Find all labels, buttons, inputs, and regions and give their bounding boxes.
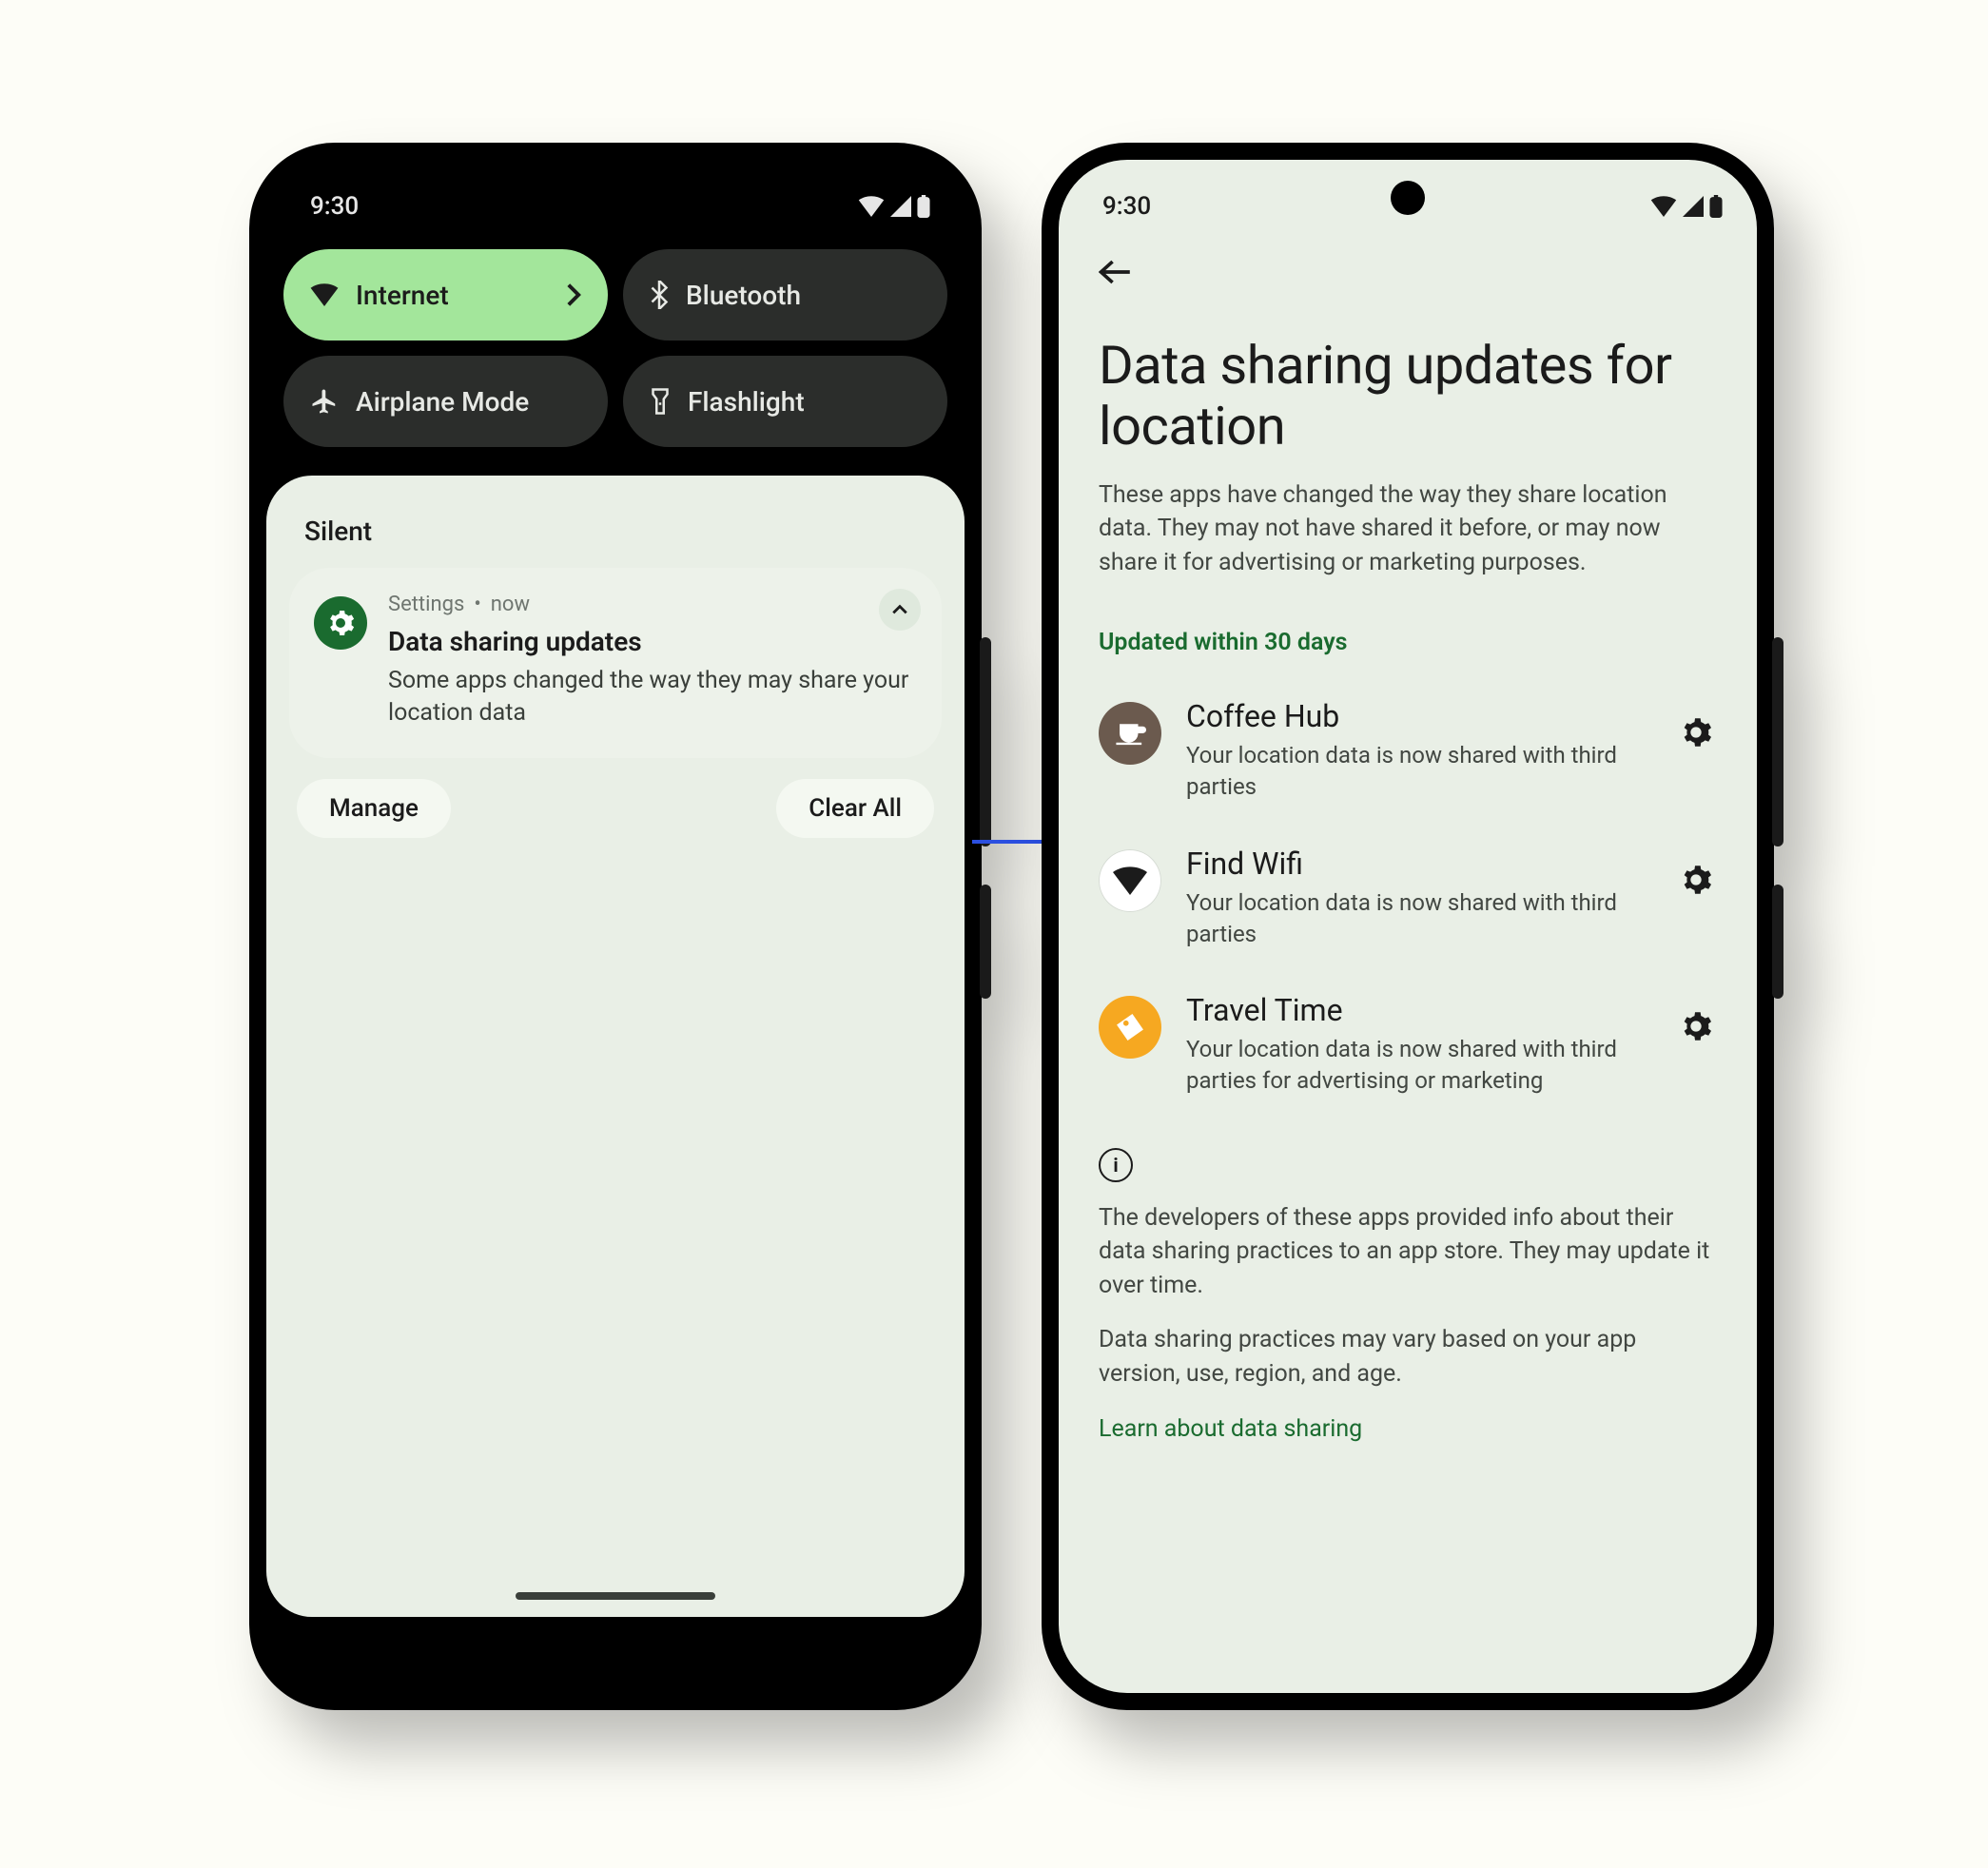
app-settings-button[interactable] bbox=[1675, 1005, 1717, 1047]
phone-detail-page: 9:30 Data sharing updates for location T… bbox=[1042, 143, 1774, 1710]
coffee-app-icon bbox=[1099, 702, 1161, 765]
collapse-notification-button[interactable] bbox=[879, 589, 921, 631]
gear-icon bbox=[326, 609, 355, 637]
info-text-2: Data sharing practices may vary based on… bbox=[1099, 1323, 1717, 1391]
flashlight-icon bbox=[650, 387, 671, 416]
section-silent: Silent bbox=[289, 508, 942, 568]
wifi-icon bbox=[1112, 866, 1148, 895]
tag-icon bbox=[1114, 1011, 1146, 1043]
phone-notification-shade: 9:30 Internet Bluetooth bbox=[249, 143, 982, 1710]
qs-tile-airplane[interactable]: Airplane Mode bbox=[283, 356, 608, 447]
wifi-app-icon bbox=[1099, 849, 1161, 912]
status-time: 9:30 bbox=[310, 192, 359, 221]
chevron-up-icon bbox=[891, 604, 908, 615]
qs-tile-label: Internet bbox=[356, 280, 449, 311]
wifi-icon bbox=[310, 283, 339, 306]
battery-icon bbox=[1709, 195, 1723, 218]
gear-icon bbox=[1680, 716, 1712, 749]
app-settings-button[interactable] bbox=[1675, 859, 1717, 901]
signal-icon bbox=[1683, 196, 1704, 217]
qs-tile-label: Airplane Mode bbox=[356, 386, 529, 418]
wifi-icon bbox=[1650, 196, 1677, 217]
qs-tile-flashlight[interactable]: Flashlight bbox=[623, 356, 947, 447]
notification-app-name: Settings bbox=[388, 593, 464, 616]
notification-title: Data sharing updates bbox=[388, 626, 917, 657]
wifi-icon bbox=[858, 196, 885, 217]
app-description: Your location data is now shared with th… bbox=[1186, 1034, 1650, 1097]
qs-tile-bluetooth[interactable]: Bluetooth bbox=[623, 249, 947, 341]
status-time: 9:30 bbox=[1102, 192, 1151, 221]
app-row-find-wifi[interactable]: Find Wifi Your location data is now shar… bbox=[1099, 846, 1717, 950]
notification-shade-panel: Silent Settings • now Data sharing updat… bbox=[266, 476, 965, 1617]
back-button[interactable] bbox=[1099, 259, 1137, 289]
page-description: These apps have changed the way they sha… bbox=[1099, 478, 1717, 580]
home-handle[interactable] bbox=[516, 1592, 715, 1600]
notification-time: now bbox=[491, 593, 530, 616]
app-description: Your location data is now shared with th… bbox=[1186, 740, 1650, 803]
chevron-right-icon bbox=[566, 282, 581, 307]
coffee-cup-icon bbox=[1114, 720, 1146, 747]
notification-body: Some apps changed the way they may share… bbox=[388, 665, 917, 730]
airplane-icon bbox=[310, 387, 339, 416]
power-button bbox=[1772, 885, 1783, 999]
app-name: Find Wifi bbox=[1186, 846, 1650, 882]
info-text-1: The developers of these apps provided in… bbox=[1099, 1201, 1717, 1303]
qs-tile-label: Bluetooth bbox=[686, 280, 801, 311]
notification-card[interactable]: Settings • now Data sharing updates Some… bbox=[289, 568, 942, 758]
app-row-travel-time[interactable]: Travel Time Your location data is now sh… bbox=[1099, 992, 1717, 1097]
gear-icon bbox=[1680, 1010, 1712, 1042]
app-row-coffee-hub[interactable]: Coffee Hub Your location data is now sha… bbox=[1099, 698, 1717, 803]
info-block: i The developers of these apps provided … bbox=[1099, 1148, 1717, 1444]
app-name: Travel Time bbox=[1186, 992, 1650, 1028]
status-bar: 9:30 bbox=[266, 160, 965, 228]
page-title: Data sharing updates for location bbox=[1099, 335, 1717, 457]
travel-app-icon bbox=[1099, 996, 1161, 1059]
arrow-left-icon bbox=[1099, 259, 1131, 285]
power-button bbox=[980, 885, 991, 999]
app-name: Coffee Hub bbox=[1186, 698, 1650, 734]
battery-icon bbox=[917, 195, 930, 218]
volume-button bbox=[980, 637, 991, 846]
settings-app-icon bbox=[314, 596, 367, 650]
signal-icon bbox=[890, 196, 911, 217]
app-description: Your location data is now shared with th… bbox=[1186, 887, 1650, 950]
info-icon: i bbox=[1099, 1148, 1133, 1182]
manage-notifications-button[interactable]: Manage bbox=[297, 779, 451, 838]
status-icons bbox=[1650, 195, 1723, 218]
bluetooth-icon bbox=[650, 281, 669, 309]
learn-more-link[interactable]: Learn about data sharing bbox=[1099, 1415, 1717, 1443]
gear-icon bbox=[1680, 864, 1712, 896]
qs-tile-label: Flashlight bbox=[688, 386, 805, 418]
status-icons bbox=[858, 195, 930, 218]
quick-settings-grid: Internet Bluetooth Airplane Mode Flashli… bbox=[266, 228, 965, 476]
app-settings-button[interactable] bbox=[1675, 711, 1717, 753]
camera-punch-hole bbox=[1391, 181, 1425, 215]
qs-tile-internet[interactable]: Internet bbox=[283, 249, 608, 341]
volume-button bbox=[1772, 637, 1783, 846]
section-header: Updated within 30 days bbox=[1099, 629, 1717, 656]
clear-all-button[interactable]: Clear All bbox=[776, 779, 934, 838]
